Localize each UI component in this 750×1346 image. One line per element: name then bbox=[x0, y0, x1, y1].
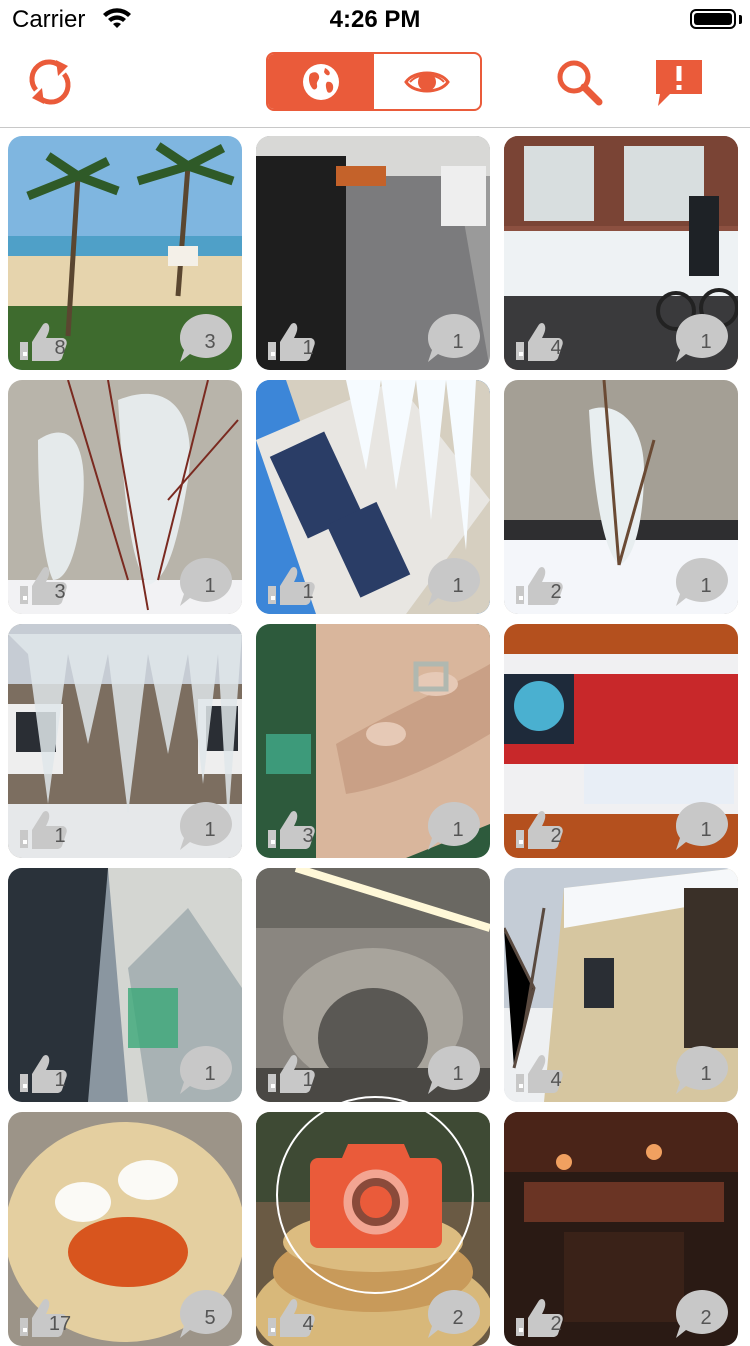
comment-counter[interactable]: 1 bbox=[420, 796, 484, 852]
comment-count: 1 bbox=[452, 1063, 464, 1085]
like-count: 3 bbox=[54, 581, 66, 603]
like-counter[interactable]: 4 bbox=[510, 1040, 574, 1096]
comment-counter[interactable]: 5 bbox=[172, 1284, 236, 1340]
comment-count: 1 bbox=[452, 575, 464, 597]
like-counter[interactable]: 1 bbox=[14, 796, 78, 852]
comment-count: 2 bbox=[452, 1307, 464, 1329]
comment-count: 1 bbox=[700, 575, 712, 597]
photo-tile[interactable]: 22 bbox=[504, 1112, 738, 1346]
photo-tile[interactable]: 17 5 bbox=[8, 1112, 242, 1346]
like-count: 4 bbox=[302, 1313, 314, 1335]
like-counter[interactable]: 4 bbox=[262, 1284, 326, 1340]
like-count: 1 bbox=[54, 825, 66, 847]
comment-counter[interactable]: 1 bbox=[420, 552, 484, 608]
like-counter[interactable]: 8 bbox=[14, 308, 78, 364]
segment-global[interactable] bbox=[268, 54, 374, 109]
photo-tile[interactable]: 31 bbox=[256, 624, 490, 858]
like-counter[interactable]: 3 bbox=[262, 796, 326, 852]
photo-tile[interactable]: 41 bbox=[504, 868, 738, 1102]
like-counter[interactable]: 3 bbox=[14, 552, 78, 608]
camera-button[interactable] bbox=[276, 1096, 474, 1294]
photo-tile[interactable]: 41 bbox=[504, 136, 738, 370]
comment-counter[interactable]: 1 bbox=[172, 796, 236, 852]
like-count: 4 bbox=[550, 1069, 562, 1091]
photo-tile[interactable]: 83 bbox=[8, 136, 242, 370]
comment-count: 1 bbox=[204, 819, 216, 841]
battery-icon bbox=[690, 9, 736, 29]
photo-tile[interactable]: 11 bbox=[256, 380, 490, 614]
refresh-icon[interactable] bbox=[22, 54, 78, 110]
feed-mode-segmented-control[interactable] bbox=[266, 52, 482, 111]
segment-watched[interactable] bbox=[374, 54, 480, 109]
photo-tile[interactable]: 11 bbox=[256, 136, 490, 370]
status-bar: Carrier 4:26 PM bbox=[0, 0, 750, 40]
comment-count: 1 bbox=[452, 819, 464, 841]
comment-count: 1 bbox=[700, 331, 712, 353]
like-count: 4 bbox=[550, 337, 562, 359]
comment-counter[interactable]: 2 bbox=[420, 1284, 484, 1340]
like-counter[interactable]: 2 bbox=[510, 796, 574, 852]
comment-count: 1 bbox=[204, 1063, 216, 1085]
comment-count: 3 bbox=[204, 331, 216, 353]
comment-counter[interactable]: 1 bbox=[668, 308, 732, 364]
camera-icon bbox=[310, 1144, 442, 1248]
comment-counter[interactable]: 1 bbox=[420, 308, 484, 364]
globe-icon bbox=[303, 63, 339, 100]
comment-count: 5 bbox=[204, 1307, 216, 1329]
report-icon[interactable] bbox=[652, 56, 706, 110]
comment-count: 1 bbox=[452, 331, 464, 353]
photo-tile[interactable]: 21 bbox=[504, 380, 738, 614]
comment-count: 1 bbox=[204, 575, 216, 597]
nav-bar bbox=[0, 40, 750, 128]
like-count: 1 bbox=[302, 581, 314, 603]
photo-tile[interactable]: 11 bbox=[256, 868, 490, 1102]
like-counter[interactable]: 1 bbox=[262, 552, 326, 608]
comment-counter[interactable]: 1 bbox=[668, 796, 732, 852]
photo-tile[interactable]: 31 bbox=[8, 380, 242, 614]
like-count: 1 bbox=[302, 1069, 314, 1091]
like-counter[interactable]: 2 bbox=[510, 1284, 574, 1340]
eye-icon bbox=[404, 71, 450, 92]
like-counter[interactable]: 1 bbox=[262, 308, 326, 364]
like-counter[interactable]: 1 bbox=[262, 1040, 326, 1096]
photo-tile[interactable]: 11 bbox=[8, 868, 242, 1102]
comment-counter[interactable]: 1 bbox=[420, 1040, 484, 1096]
like-counter[interactable]: 2 bbox=[510, 552, 574, 608]
comment-counter[interactable]: 1 bbox=[668, 552, 732, 608]
like-count: 1 bbox=[54, 1069, 66, 1091]
comment-counter[interactable]: 2 bbox=[668, 1284, 732, 1340]
comment-count: 1 bbox=[700, 1063, 712, 1085]
comment-counter[interactable]: 1 bbox=[172, 552, 236, 608]
like-count: 2 bbox=[550, 581, 562, 603]
like-count: 8 bbox=[54, 337, 66, 359]
comment-count: 1 bbox=[700, 819, 712, 841]
comment-counter[interactable]: 1 bbox=[172, 1040, 236, 1096]
like-count: 17 bbox=[48, 1313, 72, 1335]
battery-cap bbox=[739, 15, 742, 24]
like-count: 3 bbox=[302, 825, 314, 847]
clock: 4:26 PM bbox=[329, 6, 421, 33]
comment-counter[interactable]: 1 bbox=[668, 1040, 732, 1096]
like-count: 2 bbox=[550, 825, 562, 847]
photo-tile[interactable]: 21 bbox=[504, 624, 738, 858]
comment-counter[interactable]: 3 bbox=[172, 308, 236, 364]
like-counter[interactable]: 4 bbox=[510, 308, 574, 364]
like-counter[interactable]: 17 bbox=[14, 1284, 78, 1340]
photo-tile[interactable]: 11 bbox=[8, 624, 242, 858]
like-counter[interactable]: 1 bbox=[14, 1040, 78, 1096]
comment-count: 2 bbox=[700, 1307, 712, 1329]
like-count: 2 bbox=[550, 1313, 562, 1335]
like-count: 1 bbox=[302, 337, 314, 359]
search-icon[interactable] bbox=[553, 56, 605, 108]
